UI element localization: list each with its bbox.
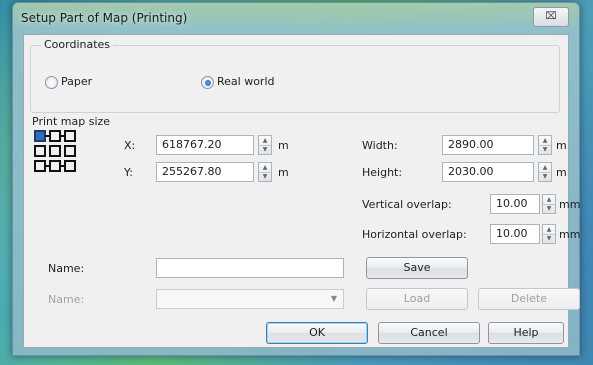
save-button[interactable]: Save [366, 257, 468, 279]
y-unit: m [278, 166, 289, 179]
width-label: Width: [362, 139, 398, 152]
horizontal-overlap-spin-down-icon[interactable]: ▼ [543, 234, 555, 243]
title-bar[interactable]: Setup Part of Map (Printing) ⌧ [13, 3, 579, 33]
dialog-content: Coordinates Paper Real world Print map s… [23, 34, 580, 348]
width-field[interactable]: 2890.00 [442, 135, 534, 155]
y-spinner[interactable]: ▲ ▼ [258, 162, 272, 182]
vertical-overlap-spin-down-icon[interactable]: ▼ [543, 204, 555, 213]
x-label: X: [124, 139, 136, 152]
height-spinner[interactable]: ▲ ▼ [538, 162, 552, 182]
y-spin-down-icon[interactable]: ▼ [259, 172, 271, 181]
load-name-combo[interactable]: ▼ [156, 289, 344, 309]
x-spinner[interactable]: ▲ ▼ [258, 135, 272, 155]
vertical-overlap-spinner[interactable]: ▲ ▼ [542, 194, 556, 214]
width-spin-down-icon[interactable]: ▼ [539, 145, 551, 154]
real-world-radio-label[interactable]: Real world [217, 75, 275, 88]
x-unit: m [278, 139, 289, 152]
real-world-radio[interactable] [201, 76, 214, 89]
y-label: Y: [124, 166, 133, 179]
height-spin-down-icon[interactable]: ▼ [539, 172, 551, 181]
x-spin-down-icon[interactable]: ▼ [259, 145, 271, 154]
chevron-down-icon[interactable]: ▼ [329, 293, 339, 305]
height-label: Height: [362, 166, 403, 179]
coordinates-group: Coordinates Paper Real world [30, 38, 560, 113]
width-spinner[interactable]: ▲ ▼ [538, 135, 552, 155]
horizontal-overlap-spinner[interactable]: ▲ ▼ [542, 224, 556, 244]
height-field[interactable]: 2030.00 [442, 162, 534, 182]
height-unit: m [556, 166, 567, 179]
delete-button[interactable]: Delete [478, 288, 580, 310]
dialog-title: Setup Part of Map (Printing) [21, 11, 188, 25]
setup-map-dialog: Setup Part of Map (Printing) ⌧ Coordinat… [12, 2, 580, 356]
close-icon: ⌧ [545, 11, 557, 22]
map-grid-icon[interactable] [34, 130, 78, 172]
print-map-size-label: Print map size [32, 115, 111, 128]
name-field[interactable] [156, 258, 344, 278]
close-button[interactable]: ⌧ [533, 7, 569, 27]
y-field[interactable]: 255267.80 [156, 162, 254, 182]
vertical-overlap-unit: mm [559, 198, 581, 211]
horizontal-overlap-label: Horizontal overlap: [362, 228, 467, 241]
vertical-overlap-field[interactable]: 10.00 [490, 194, 540, 214]
paper-radio-label[interactable]: Paper [61, 75, 92, 88]
coordinates-group-title: Coordinates [41, 38, 114, 51]
horizontal-overlap-field[interactable]: 10.00 [490, 224, 540, 244]
help-button[interactable]: Help [488, 322, 564, 344]
load-button[interactable]: Load [366, 288, 468, 310]
ok-button[interactable]: OK [266, 322, 368, 344]
x-field[interactable]: 618767.20 [156, 135, 254, 155]
horizontal-overlap-unit: mm [559, 228, 581, 241]
cancel-button[interactable]: Cancel [378, 322, 480, 344]
paper-radio[interactable] [45, 76, 58, 89]
width-unit: m [556, 139, 567, 152]
name-label: Name: [48, 262, 85, 275]
load-name-label: Name: [48, 293, 85, 306]
vertical-overlap-label: Vertical overlap: [362, 198, 452, 211]
